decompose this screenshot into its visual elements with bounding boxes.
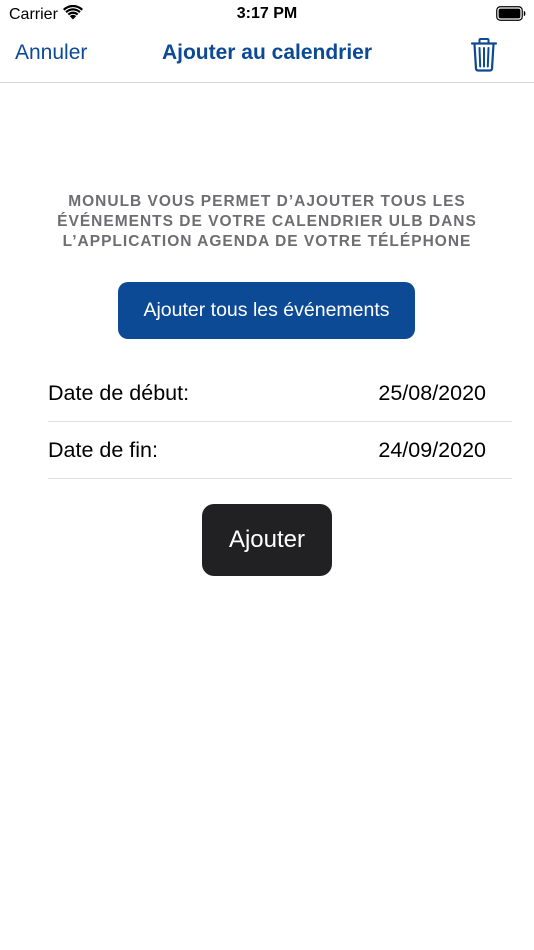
battery-icon <box>496 6 526 21</box>
trash-icon[interactable] <box>469 38 499 72</box>
info-line: L’APPLICATION AGENDA DE VOTRE TÉLÉPHONE <box>62 233 472 250</box>
add-button[interactable]: Ajouter <box>202 504 332 576</box>
start-date-value[interactable]: 25/08/2020 <box>378 381 512 406</box>
info-line: MONULB VOUS PERMET D’AJOUTER TOUS LES <box>68 193 466 210</box>
status-time: 3:17 PM <box>236 5 298 22</box>
start-date-label: Date de début: <box>48 380 190 405</box>
end-date-label: Date de fin: <box>48 437 158 462</box>
end-date-value[interactable]: 24/09/2020 <box>378 438 512 463</box>
start-date-row[interactable]: Date de début: 25/08/2020 <box>48 365 512 422</box>
cancel-button[interactable]: Annuler <box>15 41 87 65</box>
info-description: MONULB VOUS PERMET D’AJOUTER TOUS LES ÉV… <box>40 192 494 252</box>
navigation-bar: Annuler Ajouter au calendrier <box>0 28 534 83</box>
info-line: ÉVÉNEMENTS DE VOTRE CALENDRIER ULB DANS <box>57 213 477 230</box>
end-date-row[interactable]: Date de fin: 24/09/2020 <box>48 422 512 479</box>
status-bar: Carrier 3:17 PM <box>0 0 534 28</box>
add-all-events-button[interactable]: Ajouter tous les événements <box>118 282 415 339</box>
